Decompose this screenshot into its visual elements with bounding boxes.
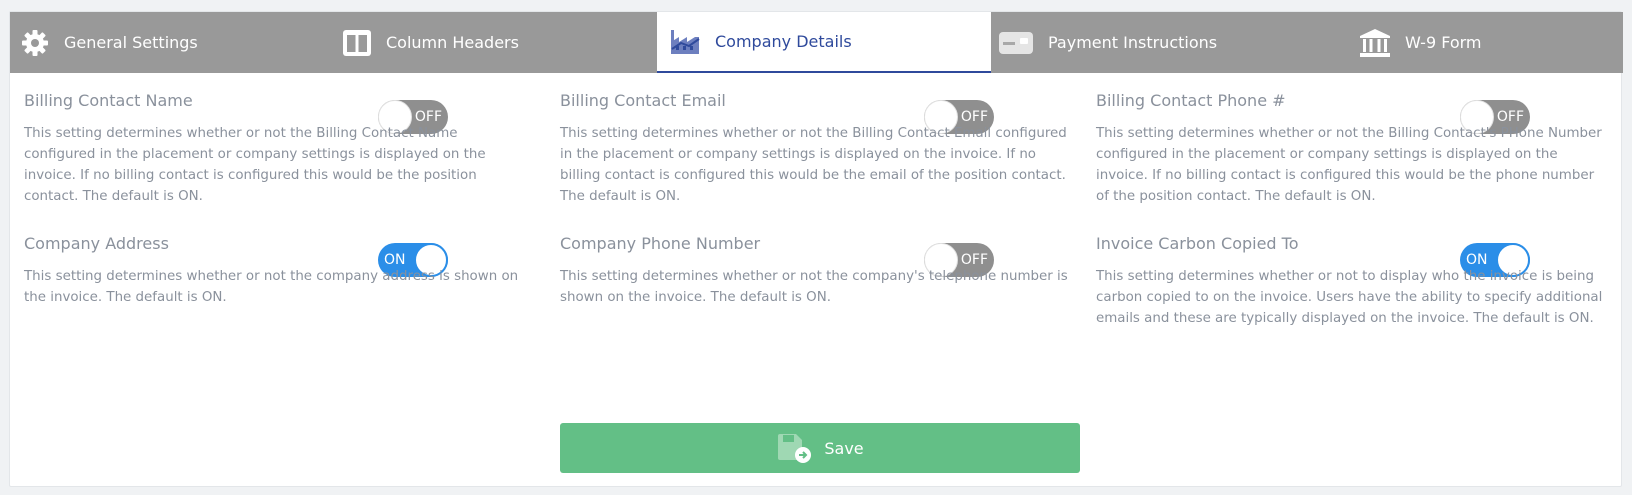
factory-icon (669, 28, 701, 56)
save-icon (776, 433, 812, 463)
tab-payment-instructions[interactable]: Payment Instructions (998, 12, 1318, 73)
setting-description: This setting determines whether or not t… (560, 269, 1068, 305)
setting-invoice-carbon-copied-to: Invoice Carbon Copied To ON This setting… (1096, 234, 1616, 364)
gear-icon (20, 28, 50, 58)
tab-label: Column Headers (386, 33, 519, 52)
setting-title: Billing Contact Phone # (1096, 91, 1286, 110)
tab-general-settings[interactable]: General Settings (20, 12, 320, 73)
setting-title: Company Address (24, 234, 169, 253)
setting-title: Billing Contact Email (560, 91, 726, 110)
setting-billing-contact-phone: Billing Contact Phone # OFF This setting… (1096, 91, 1616, 221)
setting-description: This setting determines whether or not t… (1096, 269, 1603, 326)
setting-company-phone-number: Company Phone Number OFF This setting de… (560, 234, 1090, 334)
bank-icon (1359, 28, 1391, 58)
setting-description: This setting determines whether or not t… (560, 126, 1067, 204)
columns-icon (342, 29, 372, 57)
setting-title: Company Phone Number (560, 234, 761, 253)
tab-bar: General Settings Column Headers Company … (10, 12, 1623, 73)
setting-title: Billing Contact Name (24, 91, 193, 110)
tab-company-details[interactable]: Company Details (657, 12, 991, 73)
save-button[interactable]: Save (560, 423, 1080, 473)
setting-description: This setting determines whether or not t… (1096, 126, 1602, 204)
setting-billing-contact-email: Billing Contact Email OFF This setting d… (560, 91, 1090, 221)
tab-w9-form[interactable]: W-9 Form (1359, 12, 1609, 73)
tab-label: W-9 Form (1405, 33, 1482, 52)
tab-label: Payment Instructions (1048, 33, 1218, 52)
tab-column-headers[interactable]: Column Headers (342, 12, 642, 73)
setting-title: Invoice Carbon Copied To (1096, 234, 1299, 253)
tab-label: General Settings (64, 33, 198, 52)
settings-panel: General Settings Column Headers Company … (9, 11, 1623, 487)
setting-description: This setting determines whether or not t… (24, 269, 519, 305)
setting-description: This setting determines whether or not t… (24, 126, 486, 204)
save-label: Save (824, 438, 864, 458)
credit-card-icon (998, 31, 1034, 55)
setting-billing-contact-name: Billing Contact Name OFF This setting de… (24, 91, 524, 221)
tab-label: Company Details (715, 32, 852, 51)
setting-company-address: Company Address ON This setting determin… (24, 234, 524, 334)
